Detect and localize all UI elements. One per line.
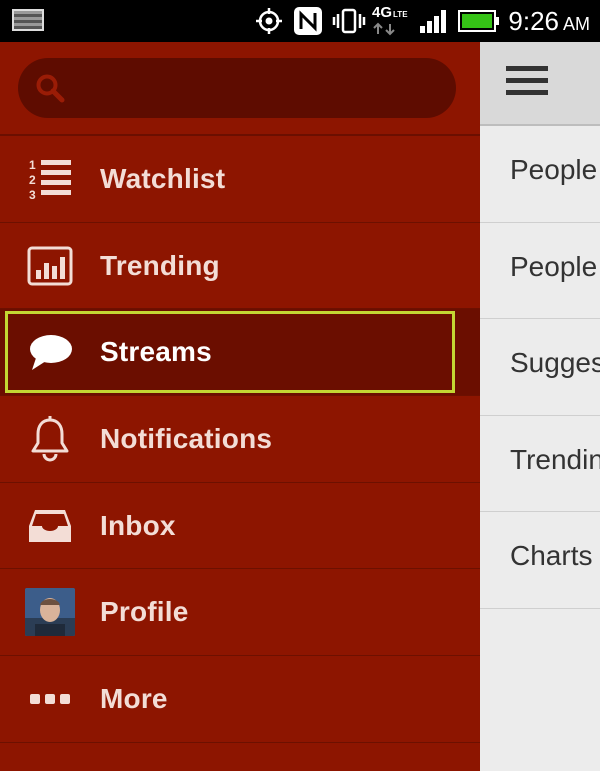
status-bar: 4GLTE 9:26 AM bbox=[0, 0, 600, 42]
menu-item-streams[interactable]: Streams bbox=[0, 309, 480, 397]
menu-item-profile[interactable]: Profile bbox=[0, 569, 480, 657]
list-item-label: Sugges bbox=[510, 347, 600, 378]
list-item-label: People bbox=[510, 154, 598, 185]
list-item[interactable]: Sugges bbox=[480, 319, 600, 416]
menu-item-label: More bbox=[100, 682, 168, 714]
drawer-menu: 123 Watchlist Trending Streams Notificat… bbox=[0, 136, 480, 743]
svg-text:3: 3 bbox=[29, 188, 36, 201]
search-input[interactable] bbox=[80, 68, 444, 110]
nfc-icon bbox=[292, 6, 324, 36]
list-item-label: Trendin bbox=[510, 443, 600, 475]
battery-icon bbox=[458, 6, 500, 36]
svg-text:1: 1 bbox=[29, 158, 36, 172]
screenshot-thumbnail-icon bbox=[12, 9, 44, 31]
speech-bubble-icon bbox=[24, 326, 76, 378]
search-icon[interactable] bbox=[35, 73, 65, 103]
list-item-label: People bbox=[510, 250, 598, 282]
hamburger-menu-icon[interactable] bbox=[506, 64, 548, 98]
bar-chart-icon bbox=[24, 240, 76, 292]
list-item[interactable]: People bbox=[480, 126, 600, 223]
network-label: 4G bbox=[372, 4, 393, 21]
clock-ampm: AM bbox=[563, 14, 590, 34]
list-item-label: Charts bbox=[510, 540, 593, 571]
network-4g-icon: 4GLTE bbox=[372, 4, 412, 36]
menu-item-label: Watchlist bbox=[100, 162, 226, 194]
status-time: 9:26 AM bbox=[508, 6, 590, 36]
menu-item-label: Profile bbox=[100, 596, 189, 628]
menu-item-more[interactable]: More bbox=[0, 656, 480, 743]
menu-item-notifications[interactable]: Notifications bbox=[0, 396, 480, 483]
navigation-drawer: 123 Watchlist Trending Streams Notificat… bbox=[0, 42, 480, 771]
signal-icon bbox=[418, 6, 452, 36]
network-sub-label: LTE bbox=[393, 10, 408, 19]
search-bar bbox=[0, 42, 480, 136]
menu-item-inbox[interactable]: Inbox bbox=[0, 483, 480, 570]
list-item[interactable]: People bbox=[480, 223, 600, 319]
numbered-list-icon: 123 bbox=[24, 153, 76, 205]
gps-icon bbox=[252, 6, 286, 36]
list-item[interactable]: Trendin bbox=[480, 416, 600, 512]
bell-icon bbox=[24, 413, 76, 465]
content-header bbox=[480, 42, 600, 126]
ellipsis-icon bbox=[24, 673, 76, 725]
avatar bbox=[25, 588, 75, 637]
menu-item-label: Notifications bbox=[100, 422, 273, 454]
menu-item-watchlist[interactable]: 123 Watchlist bbox=[0, 136, 480, 223]
main-content: People People Sugges Trendin Charts bbox=[480, 42, 600, 771]
search-box[interactable] bbox=[18, 58, 456, 118]
menu-item-label: Inbox bbox=[100, 509, 176, 541]
menu-item-trending[interactable]: Trending bbox=[0, 223, 480, 310]
svg-text:2: 2 bbox=[29, 173, 36, 187]
list-item[interactable]: Charts bbox=[480, 512, 600, 609]
avatar-container bbox=[24, 586, 76, 638]
content-list: People People Sugges Trendin Charts bbox=[480, 126, 600, 609]
clock-time: 9:26 bbox=[508, 6, 559, 36]
vibrate-icon bbox=[332, 6, 366, 36]
menu-item-label: Streams bbox=[100, 336, 212, 368]
menu-item-label: Trending bbox=[100, 249, 220, 281]
inbox-tray-icon bbox=[24, 500, 76, 552]
